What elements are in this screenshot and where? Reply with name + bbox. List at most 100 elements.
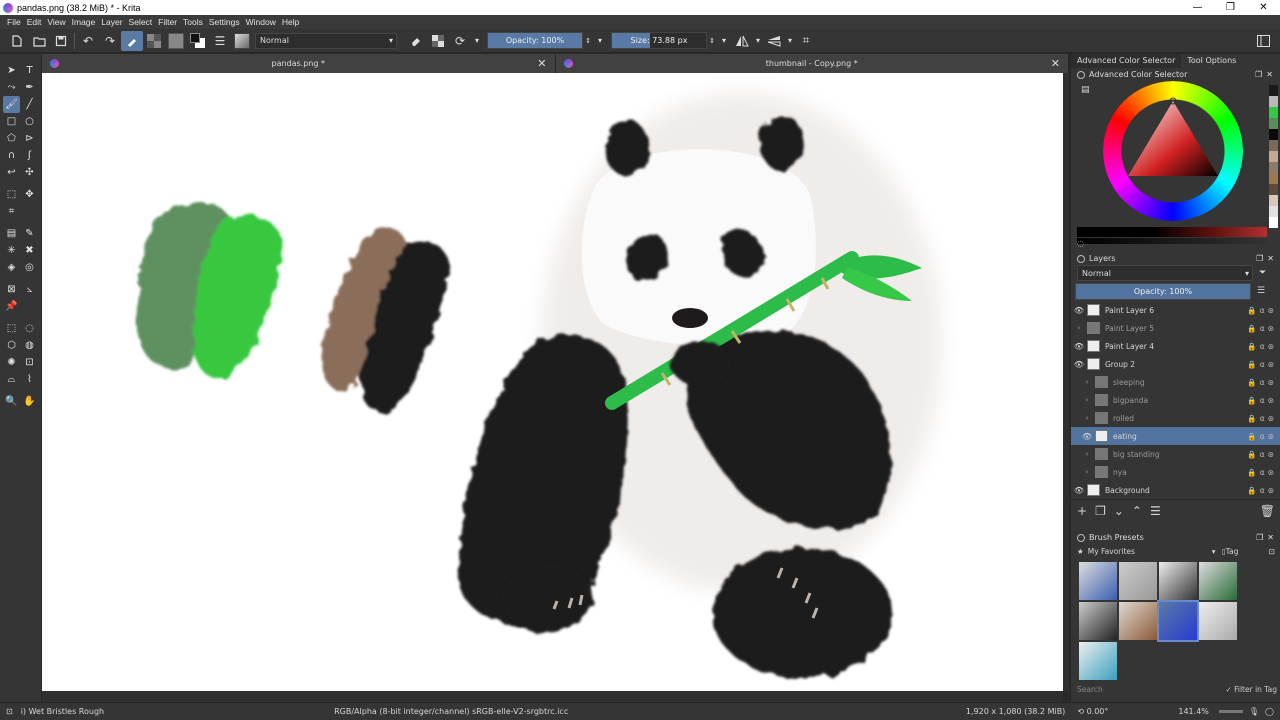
tag-button[interactable]: Tag: [1226, 547, 1239, 556]
text-tool-icon[interactable]: T: [21, 62, 38, 79]
docker-controls[interactable]: ❐✕: [1255, 70, 1277, 79]
move-layer-up-icon[interactable]: ⌃: [1132, 504, 1142, 518]
measure-tool-icon[interactable]: ⦣: [21, 281, 38, 298]
bezier-curve-icon[interactable]: ∩: [3, 147, 20, 164]
tab-advanced-color-selector[interactable]: Advanced Color Selector: [1071, 54, 1182, 68]
enclose-fill-icon[interactable]: ◎: [21, 259, 38, 276]
palette-swatch[interactable]: [1269, 85, 1278, 96]
opacity-slider[interactable]: Opacity: 100%: [487, 32, 583, 49]
bezier-selection-icon[interactable]: ⌓: [3, 371, 20, 388]
save-icon[interactable]: [50, 31, 72, 51]
tab-tool-options[interactable]: Tool Options: [1181, 54, 1242, 68]
brush-tag-select[interactable]: My Favorites: [1088, 547, 1212, 556]
gradient-tool-icon[interactable]: ▤: [3, 225, 20, 242]
palette-swatch[interactable]: [1269, 96, 1278, 107]
size-stepper[interactable]: ⇕: [707, 31, 717, 51]
brush-indicator-icon[interactable]: ⊡: [6, 707, 13, 716]
brush-preset-tile[interactable]: [1079, 602, 1117, 640]
palette-swatch[interactable]: [1269, 195, 1278, 206]
close-tab-icon[interactable]: ✕: [537, 57, 546, 70]
layer-lock-icons[interactable]: 🔒α⊛: [1247, 450, 1277, 459]
open-folder-icon[interactable]: [28, 31, 50, 51]
chevron-down-icon[interactable]: ▾: [1212, 547, 1216, 556]
layer-opacity-slider[interactable]: Opacity: 100%: [1075, 282, 1251, 300]
calligraphy-icon[interactable]: ✒: [21, 79, 38, 96]
brush-preset-tile[interactable]: [1199, 562, 1237, 600]
layer-row[interactable]: ◦ bigpanda 🔒α⊛: [1071, 391, 1280, 409]
layer-blend-mode-select[interactable]: Normal: [1077, 265, 1253, 281]
menu-view[interactable]: View: [44, 17, 68, 27]
brush-preset-tile[interactable]: [1119, 562, 1157, 600]
color-settings-icon[interactable]: ▤: [1081, 85, 1090, 95]
eye-hidden-icon[interactable]: ◦: [1079, 396, 1095, 405]
eye-visible-icon[interactable]: 👁: [1071, 360, 1087, 369]
menu-settings[interactable]: Settings: [206, 17, 243, 27]
vertical-scrollbar[interactable]: [1063, 73, 1069, 691]
pattern-icon[interactable]: [165, 31, 187, 51]
brush-preset-tile[interactable]: [1079, 562, 1117, 600]
select-shapes-icon[interactable]: ➤: [3, 62, 20, 79]
workspace-icon[interactable]: [1252, 31, 1274, 51]
layer-row[interactable]: 👁 eating 🔒α⊛: [1071, 427, 1280, 445]
eye-visible-icon[interactable]: 👁: [1071, 342, 1087, 351]
eraser-icon[interactable]: [405, 31, 427, 51]
horizontal-scrollbar[interactable]: [42, 691, 1063, 702]
reload-preset-icon[interactable]: ⟳: [449, 31, 471, 51]
filter-icon[interactable]: ⏷: [1259, 268, 1266, 278]
layer-options-icon[interactable]: ☰: [1257, 286, 1265, 296]
chevron-down-icon[interactable]: ▾: [753, 31, 763, 51]
brush-mode-icon[interactable]: [121, 30, 143, 51]
docker-controls[interactable]: ❐✕: [1256, 254, 1278, 263]
opacity-stepper[interactable]: ⇕: [583, 31, 593, 51]
layer-lock-icons[interactable]: 🔒α⊛: [1247, 468, 1277, 477]
eye-visible-icon[interactable]: 👁: [1071, 486, 1087, 495]
polyline-tool-icon[interactable]: ⊳: [21, 130, 38, 147]
line-tool-icon[interactable]: ╱: [21, 96, 38, 113]
foreground-background-color-icon[interactable]: [187, 31, 209, 51]
similar-selection-icon[interactable]: ⊡: [21, 354, 38, 371]
chevron-down-icon[interactable]: ▾: [785, 31, 795, 51]
rotation-control[interactable]: ⟲ 0.00°: [1077, 707, 1108, 716]
color-wheel[interactable]: [1103, 81, 1243, 221]
colorize-mask-icon[interactable]: ✳: [3, 242, 20, 259]
redo-icon[interactable]: ↷: [99, 31, 121, 51]
edit-shapes-icon[interactable]: ⤳: [3, 79, 20, 96]
eye-hidden-icon[interactable]: ◦: [1079, 468, 1095, 477]
chevron-down-icon[interactable]: ▾: [717, 31, 731, 51]
rectangle-tool-icon[interactable]: □: [3, 113, 20, 130]
menu-tools[interactable]: Tools: [180, 17, 206, 27]
move-tool-icon[interactable]: ✥: [21, 186, 38, 203]
size-slider[interactable]: Size: 73.88 px: [611, 32, 707, 49]
docker-controls[interactable]: ❐✕: [1256, 533, 1278, 542]
layer-lock-icons[interactable]: 🔒α⊛: [1247, 396, 1277, 405]
transform-tool-icon[interactable]: ⬚: [3, 186, 20, 203]
brush-preset-tile[interactable]: [1119, 602, 1157, 640]
filter-in-tag-checkbox[interactable]: ✓ Filter in Tag: [1225, 685, 1277, 694]
layer-lock-icons[interactable]: 🔒α⊛: [1247, 342, 1277, 351]
preserve-alpha-icon[interactable]: [427, 31, 449, 51]
gradient-pattern-icon[interactable]: [143, 31, 165, 51]
color-history-palette[interactable]: [1269, 85, 1278, 228]
crop-tool-icon[interactable]: ⌗: [3, 203, 20, 220]
layer-lock-icons[interactable]: 🔒α⊛: [1247, 378, 1277, 387]
layer-row[interactable]: 👁 Paint Layer 6 🔒α⊛: [1071, 301, 1280, 319]
chevron-down-icon[interactable]: ▾: [471, 31, 483, 51]
layer-lock-icons[interactable]: 🔒α⊛: [1247, 432, 1277, 441]
chevron-down-icon[interactable]: ⊡: [1269, 547, 1275, 556]
palette-swatch[interactable]: [1269, 184, 1278, 195]
canvas[interactable]: [42, 73, 1063, 691]
delete-layer-icon[interactable]: 🗑: [1260, 504, 1275, 518]
eye-hidden-icon[interactable]: ◦: [1071, 324, 1087, 333]
ellipse-tool-icon[interactable]: ○: [21, 113, 38, 130]
layer-row[interactable]: ◦ nya 🔒α⊛: [1071, 463, 1280, 481]
palette-swatch[interactable]: [1269, 173, 1278, 184]
add-layer-icon[interactable]: +: [1077, 504, 1087, 518]
menu-filter[interactable]: Filter: [155, 17, 180, 27]
menu-edit[interactable]: Edit: [24, 17, 45, 27]
brush-search-input[interactable]: Search: [1077, 685, 1103, 694]
polygon-selection-icon[interactable]: ⬡: [3, 337, 20, 354]
close-tab-icon[interactable]: ✕: [1051, 57, 1060, 70]
freehand-selection-icon[interactable]: ◍: [21, 337, 38, 354]
layer-lock-icons[interactable]: 🔒α⊛: [1247, 306, 1277, 315]
layer-lock-icons[interactable]: 🔒α⊛: [1247, 324, 1277, 333]
